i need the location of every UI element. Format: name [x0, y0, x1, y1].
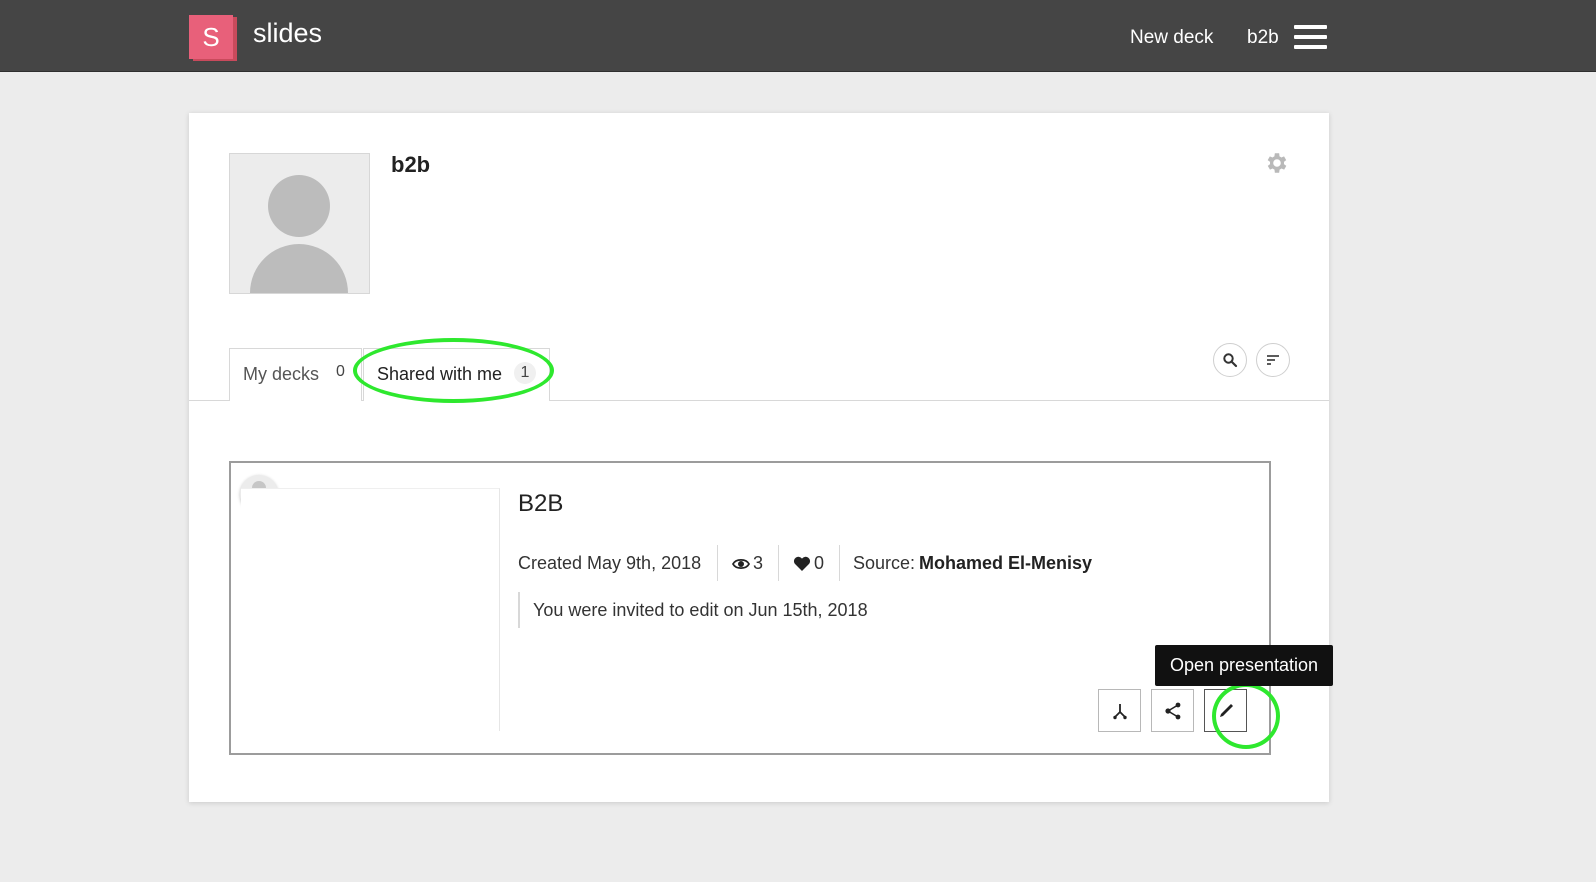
pencil-icon	[1220, 704, 1233, 717]
deck-source-name[interactable]: Mohamed El-Menisy	[919, 553, 1092, 574]
sort-button[interactable]	[1256, 343, 1290, 377]
app-logo[interactable]: S	[189, 15, 237, 61]
tab-shared-label: Shared with me	[377, 364, 503, 384]
profile-username: b2b	[391, 152, 431, 177]
deck-list-item: B2B Created May 9th, 2018 3 0 Source: Mo…	[229, 461, 1271, 755]
deck-source-label: Source:	[853, 553, 916, 573]
tab-my-decks-label: My decks	[243, 364, 320, 384]
open-presentation-button[interactable]	[1204, 689, 1247, 732]
profile-avatar	[229, 153, 370, 294]
settings-gear-icon[interactable]	[1264, 150, 1290, 176]
user-menu-link[interactable]: b2b	[1247, 27, 1279, 49]
new-deck-link[interactable]: New deck	[1130, 27, 1213, 49]
open-presentation-tooltip: Open presentation	[1155, 645, 1333, 686]
top-navbar: S slides New deck b2b	[0, 0, 1596, 72]
share-icon	[1165, 702, 1181, 720]
deck-likes-count: 0	[814, 553, 825, 573]
tab-shared-with-me[interactable]: Shared with me 1	[363, 348, 550, 401]
eye-icon	[732, 558, 750, 570]
share-deck-button[interactable]	[1151, 689, 1194, 732]
deck-views-count: 3	[753, 553, 764, 573]
logo-letter: S	[189, 15, 233, 59]
deck-created-date: Created May 9th, 2018	[518, 553, 702, 573]
deck-title[interactable]: B2B	[518, 490, 563, 518]
search-button[interactable]	[1213, 343, 1247, 377]
brand-name[interactable]: slides	[253, 18, 322, 49]
fork-deck-button[interactable]	[1098, 689, 1141, 732]
tab-my-decks[interactable]: My decks 0	[229, 348, 362, 401]
search-icon	[1223, 353, 1238, 368]
deck-invited-text: You were invited to edit on Jun 15th, 20…	[518, 592, 868, 628]
deck-thumbnail[interactable]	[241, 488, 500, 731]
fork-icon	[1113, 704, 1127, 720]
profile-card: b2b My decks 0 Shared with me 1 B2B Crea…	[189, 113, 1329, 802]
sort-icon	[1267, 355, 1279, 365]
heart-icon	[793, 556, 811, 571]
hamburger-menu-icon[interactable]	[1294, 25, 1327, 49]
tab-shared-count: 1	[514, 362, 536, 384]
tab-my-decks-count: 0	[336, 363, 345, 380]
